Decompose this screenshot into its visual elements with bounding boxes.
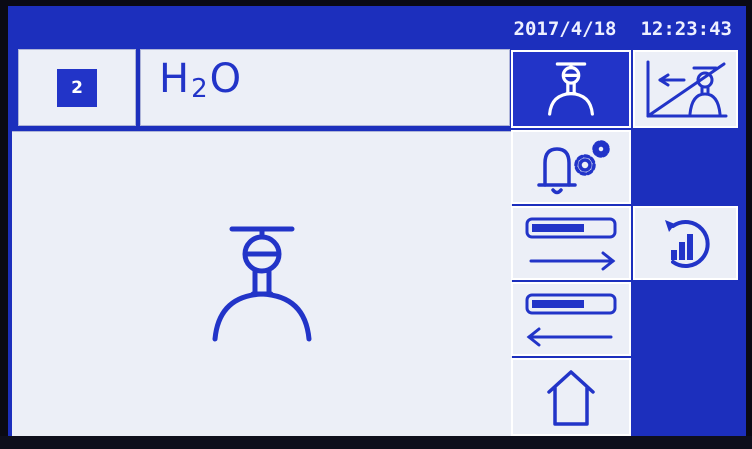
progress-back-button[interactable] [511, 282, 631, 356]
main-panel [12, 131, 512, 436]
progress-forward-button[interactable] [511, 206, 631, 280]
channel-number-badge: 2 [57, 68, 97, 107]
screen-bezel [0, 436, 752, 449]
channel-box[interactable]: 2 [18, 49, 136, 126]
medium-formula-sub: 2 [191, 74, 208, 104]
home-icon [547, 370, 595, 426]
alarm-settings-button[interactable] [511, 130, 631, 204]
diaphragm-valve-icon [212, 226, 312, 342]
calibration-button[interactable] [633, 50, 738, 128]
device-screen: 2017/4/18 12:23:43 2 H 2 O [8, 6, 746, 436]
medium-label[interactable]: H 2 O [140, 49, 510, 126]
valve-button[interactable] [511, 50, 631, 128]
progress-arrow-left-icon [525, 293, 617, 347]
date-display: 2017/4/18 [513, 18, 617, 40]
medium-formula-pre: H [159, 56, 190, 102]
medium-formula-post: O [209, 56, 242, 102]
statistics-reset-button[interactable] [633, 206, 738, 280]
status-bar: 2017/4/18 12:23:43 [514, 16, 732, 42]
bell-gears-icon [537, 140, 610, 195]
time-display: 12:23:43 [640, 18, 732, 40]
diaphragm-valve-icon [548, 62, 594, 116]
progress-arrow-right-icon [525, 217, 617, 271]
bar-chart-reset-icon [664, 220, 710, 268]
home-button[interactable] [511, 358, 631, 436]
valve-curve-icon [646, 60, 727, 118]
